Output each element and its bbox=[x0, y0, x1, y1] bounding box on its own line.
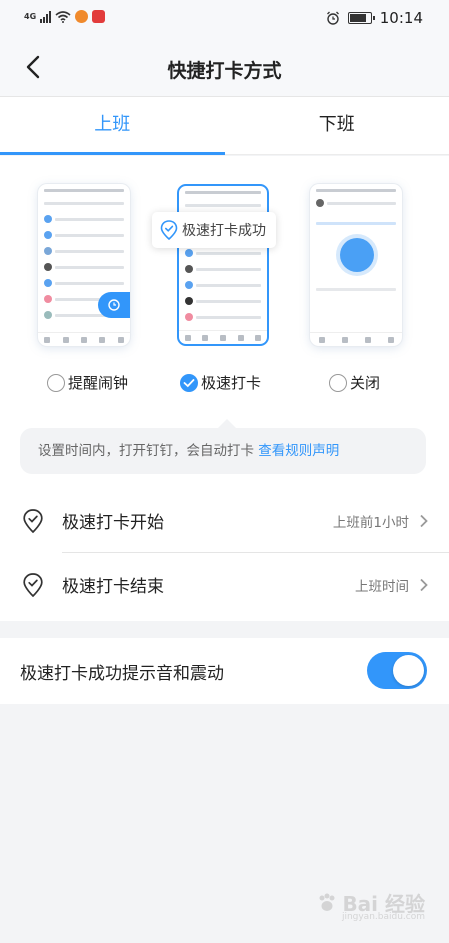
divider bbox=[62, 552, 449, 553]
tab-on-duty[interactable]: 上班 bbox=[0, 97, 225, 155]
chevron-right-icon bbox=[420, 578, 428, 592]
network-type: 4G bbox=[24, 12, 37, 21]
tab-off-duty[interactable]: 下班 bbox=[225, 97, 449, 154]
setting-value: 上班时间 bbox=[355, 579, 409, 595]
punch-circle-icon bbox=[340, 238, 374, 272]
punch-mode-panel: 极速打卡成功 提醒闹钟 极速打卡 关闭 设置时间内，打开钉钉，会自动打卡 查看规… bbox=[0, 156, 449, 621]
app-notification-icon-2 bbox=[92, 10, 106, 23]
setting-label: 极速打卡开始 bbox=[62, 513, 164, 533]
status-bar: 4G 10:14 bbox=[0, 0, 449, 40]
page-title: 快捷打卡方式 bbox=[167, 60, 282, 82]
signal-icon bbox=[40, 10, 52, 23]
option-alarm-reminder[interactable]: 提醒闹钟 bbox=[47, 372, 128, 393]
option-label: 关闭 bbox=[350, 374, 381, 392]
setting-row-start[interactable]: 极速打卡开始 上班前1小时 bbox=[0, 490, 449, 552]
app-notification-icon bbox=[75, 10, 89, 23]
tab-bar: 上班 下班 bbox=[0, 97, 449, 155]
setting-row-end[interactable]: 极速打卡结束 上班时间 bbox=[0, 554, 449, 616]
rules-link[interactable]: 查看规则声明 bbox=[258, 443, 339, 459]
sound-vibration-setting: 极速打卡成功提示音和震动 bbox=[0, 638, 449, 704]
alarm-icon bbox=[326, 11, 339, 25]
preview-off[interactable] bbox=[310, 184, 402, 346]
setting-label: 极速打卡结束 bbox=[62, 577, 164, 597]
radio-unchecked-icon bbox=[47, 373, 65, 392]
watermark-url: jingyan.baidu.com bbox=[341, 912, 425, 922]
preview-alarm-reminder[interactable] bbox=[38, 184, 130, 346]
status-right: 10:14 bbox=[326, 9, 423, 27]
alarm-bubble-icon bbox=[98, 292, 130, 318]
option-off[interactable]: 关闭 bbox=[329, 372, 380, 393]
option-label: 极速打卡 bbox=[201, 374, 262, 392]
setting-value: 上班前1小时 bbox=[332, 515, 409, 531]
battery-icon bbox=[347, 12, 375, 24]
watermark: Bai 经验 jingyan.baidu.com bbox=[316, 888, 425, 922]
toggle-label: 极速打卡成功提示音和震动 bbox=[20, 664, 224, 684]
sound-vibration-toggle[interactable] bbox=[367, 652, 427, 689]
option-fast-punch[interactable]: 极速打卡 bbox=[180, 372, 261, 393]
location-check-icon bbox=[160, 220, 178, 240]
chevron-right-icon bbox=[420, 514, 428, 528]
punch-success-toast: 极速打卡成功 bbox=[152, 212, 276, 248]
rule-info-bubble: 设置时间内，打开钉钉，会自动打卡 查看规则声明 bbox=[20, 419, 426, 474]
location-check-icon bbox=[23, 573, 43, 598]
info-text: 设置时间内，打开钉钉，会自动打卡 bbox=[38, 443, 259, 459]
status-left: 4G bbox=[24, 10, 106, 23]
location-check-icon bbox=[23, 509, 43, 534]
radio-unchecked-icon bbox=[329, 373, 347, 392]
nav-bar: 快捷打卡方式 bbox=[0, 40, 449, 97]
radio-checked-icon bbox=[180, 373, 198, 392]
option-label: 提醒闹钟 bbox=[68, 374, 129, 392]
wifi-icon bbox=[55, 10, 71, 23]
toggle-knob bbox=[393, 655, 424, 686]
paw-logo-icon bbox=[319, 893, 335, 911]
clock-time: 10:14 bbox=[379, 9, 423, 27]
toast-text: 极速打卡成功 bbox=[182, 223, 266, 239]
preview-fast-punch[interactable] bbox=[177, 184, 269, 346]
